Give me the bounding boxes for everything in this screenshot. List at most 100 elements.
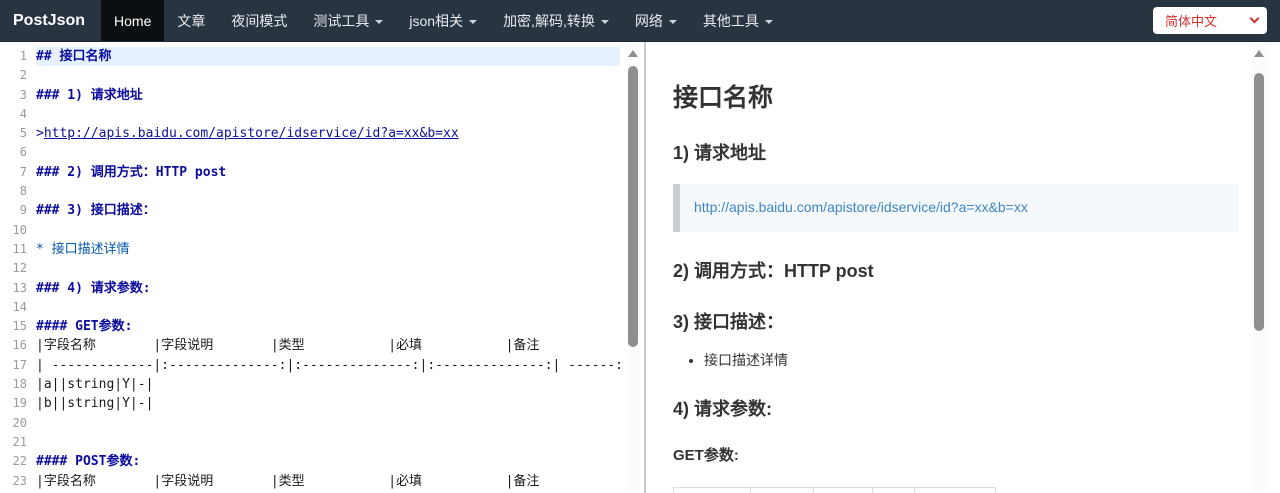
line-number: 2 bbox=[19, 68, 27, 83]
blockquote: http://apis.baidu.com/apistore/idservice… bbox=[673, 184, 1239, 232]
preview-scrollbar-thumb[interactable] bbox=[1254, 73, 1264, 331]
caret-down-icon bbox=[375, 19, 384, 24]
editor-line: 10 bbox=[0, 221, 644, 240]
editor-line: 23 |字段名称 |字段说明 |类型 |必填 |备注 | bbox=[0, 472, 644, 491]
editor-line: 17 | -------------|:--------------:|:----… bbox=[0, 356, 644, 375]
nav-item[interactable]: 其他工具 bbox=[690, 0, 786, 41]
line-number: 12 bbox=[12, 261, 27, 276]
nav-item-label: 文章 bbox=[177, 12, 206, 29]
editor-line: 12 bbox=[0, 259, 644, 278]
editor-line: 8 bbox=[0, 182, 644, 201]
nav-item[interactable]: Home bbox=[101, 0, 165, 41]
split-view: 1 ## 接口名称 2 3 ### 1) 请求地址 4 5 >http://apis.baid… bbox=[0, 42, 1280, 493]
preview-scrollbar[interactable] bbox=[1252, 44, 1266, 491]
markdown-preview: 接口名称 1) 请求地址 http://apis.baidu.com/apistor… bbox=[646, 42, 1280, 493]
editor-lines: 1 ## 接口名称 2 3 ### 1) 请求地址 4 5 >http://apis.baid… bbox=[0, 47, 644, 491]
line-number: 20 bbox=[12, 415, 27, 430]
preview-heading: GET参数: bbox=[673, 447, 739, 464]
editor-line: 7 ### 2) 调用方式：HTTP post bbox=[0, 163, 644, 182]
editor-line-text: ## 接口名称 bbox=[36, 47, 620, 67]
bullet-list: 接口描述详情 bbox=[673, 350, 1220, 370]
editor-line: 15 #### GET参数: bbox=[0, 317, 644, 336]
editor-line-text: |字段名称 |字段说明 |类型 |必填 |备注 | bbox=[36, 473, 631, 489]
editor-scrollbar-thumb[interactable] bbox=[628, 66, 638, 347]
line-number: 11 bbox=[12, 241, 27, 256]
nav-item[interactable]: json相关 bbox=[396, 0, 490, 41]
table-header-cell: 备注 bbox=[914, 487, 997, 493]
nav-item[interactable]: 网络 bbox=[622, 0, 690, 41]
editor-line-text: #### GET参数: bbox=[36, 317, 620, 336]
nav-item[interactable]: 文章 bbox=[164, 0, 218, 41]
preview-heading: 1) 请求地址 bbox=[673, 143, 767, 163]
nav-item-label: 夜间模式 bbox=[231, 12, 288, 29]
line-number: 5 bbox=[19, 126, 27, 141]
nav-item-label: 加密,解码,转换 bbox=[503, 12, 595, 29]
nav-item[interactable]: 夜间模式 bbox=[218, 0, 300, 41]
markdown-heading-token: ### 2) 调用方式：HTTP post bbox=[36, 164, 227, 180]
editor-line: 9 ### 3) 接口描述： bbox=[0, 201, 644, 220]
editor-line-text bbox=[36, 259, 620, 278]
line-number: 4 bbox=[19, 106, 27, 121]
line-number: 15 bbox=[12, 319, 27, 334]
preview-content: 接口名称 1) 请求地址 http://apis.baidu.com/apistor… bbox=[673, 78, 1239, 493]
editor-line-text bbox=[36, 105, 620, 124]
preview-heading: 4) 请求参数: bbox=[673, 399, 772, 419]
editor-line: 13 ### 4) 请求参数: bbox=[0, 279, 644, 298]
editor-line-text: |字段名称 |字段说明 |类型 |必填 |备注 | bbox=[36, 338, 631, 354]
editor-line-text bbox=[36, 433, 620, 452]
editor-line: 20 bbox=[0, 414, 644, 433]
navbar: PostJson Home 文章 夜间模式 测试工具 json相关 加密,解码,转换 网络 其… bbox=[0, 0, 1280, 42]
line-number: 10 bbox=[12, 222, 27, 237]
table-header-cell: 类型 bbox=[812, 487, 874, 493]
line-number: 14 bbox=[12, 299, 27, 314]
nav-item-label: 其他工具 bbox=[702, 12, 759, 29]
editor-line: 4 bbox=[0, 105, 644, 124]
editor-line: 18 |a||string|Y|-| bbox=[0, 375, 644, 394]
editor-line: 19 |b||string|Y|-| bbox=[0, 394, 644, 413]
preview-link[interactable]: http://apis.baidu.com/apistore/idservice… bbox=[694, 199, 1028, 215]
editor-line: 16 |字段名称 |字段说明 |类型 |必填 |备注 | bbox=[0, 336, 644, 355]
caret-down-icon bbox=[764, 19, 773, 24]
editor-line: 6 bbox=[0, 143, 644, 162]
scroll-up-icon[interactable] bbox=[628, 50, 638, 57]
line-number: 17 bbox=[12, 357, 27, 372]
preview-heading: 2) 调用方式：HTTP post bbox=[673, 261, 874, 281]
line-number: 3 bbox=[19, 87, 27, 102]
markdown-heading-token: ### 3) 接口描述： bbox=[36, 203, 156, 219]
line-number: 6 bbox=[19, 145, 27, 160]
markdown-editor[interactable]: 1 ## 接口名称 2 3 ### 1) 请求地址 4 5 >http://apis.baid… bbox=[0, 42, 646, 493]
editor-line: 2 bbox=[0, 66, 644, 85]
caret-down-icon bbox=[668, 19, 677, 24]
editor-scrollbar[interactable] bbox=[626, 44, 640, 491]
line-number: 1 bbox=[19, 49, 27, 63]
table-header-row: 字段名称字段说明类型必填备注 bbox=[673, 487, 997, 493]
chevron-down-icon bbox=[1249, 13, 1260, 24]
brand-logo[interactable]: PostJson bbox=[0, 0, 101, 41]
editor-line-text: ### 1) 请求地址 bbox=[36, 86, 620, 105]
nav-item[interactable]: 加密,解码,转换 bbox=[490, 0, 622, 41]
editor-line: 21 bbox=[0, 433, 644, 452]
preview-heading: 接口名称 bbox=[673, 84, 774, 112]
markdown-link-token: http://apis.baidu.com/apistore/idservice… bbox=[43, 126, 459, 142]
scroll-up-icon[interactable] bbox=[1254, 50, 1264, 57]
nav-item[interactable]: 测试工具 bbox=[300, 0, 396, 41]
editor-line-text: ### 3) 接口描述： bbox=[36, 201, 620, 220]
language-select[interactable]: 简体中文 bbox=[1153, 7, 1267, 34]
editor-line-text bbox=[36, 143, 620, 162]
table-header-cell: 字段名称 bbox=[673, 487, 751, 493]
caret-down-icon bbox=[600, 19, 609, 24]
editor-line-text: * 接口描述详情 bbox=[36, 240, 620, 259]
line-number: 19 bbox=[12, 396, 27, 411]
editor-line-text: #### POST参数: bbox=[36, 452, 620, 471]
list-item: 接口描述详情 bbox=[704, 350, 1220, 370]
editor-line-text: | -------------|:--------------:|:------… bbox=[36, 357, 631, 373]
markdown-heading-token: ## 接口名称 bbox=[36, 49, 112, 64]
editor-line-text: ### 4) 请求参数: bbox=[36, 279, 620, 298]
markdown-heading-token: #### GET参数: bbox=[36, 319, 133, 335]
table-header-cell: 字段说明 bbox=[750, 487, 814, 493]
editor-line-text bbox=[36, 221, 620, 240]
line-number: 23 bbox=[12, 473, 27, 488]
line-number: 13 bbox=[12, 280, 27, 295]
editor-line: 11 * 接口描述详情 bbox=[0, 240, 644, 259]
nav-item-label: json相关 bbox=[409, 12, 464, 29]
